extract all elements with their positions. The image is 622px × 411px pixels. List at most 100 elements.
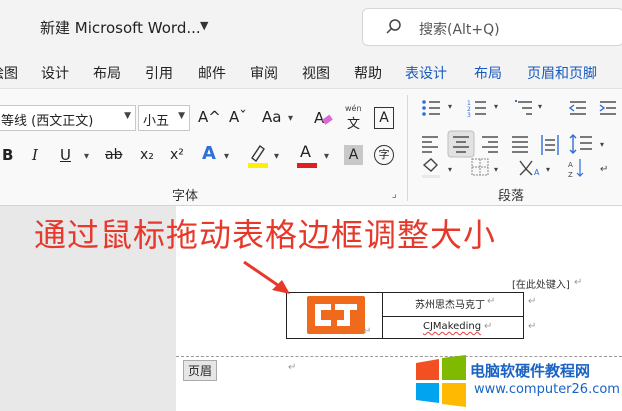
tab-layout[interactable]: 布局: [93, 63, 121, 83]
char-shading-button[interactable]: A: [344, 145, 363, 165]
decrease-indent-icon: [568, 101, 586, 115]
font-color-button[interactable]: A: [296, 141, 318, 169]
multilevel-list-icon: [515, 100, 532, 115]
tab-design[interactable]: 设计: [41, 63, 69, 83]
paragraph-mark: ↵: [528, 296, 537, 307]
increase-indent-icon: [599, 101, 616, 115]
tab-table-layout[interactable]: 布局: [474, 63, 502, 83]
font-group-label: 字体: [172, 189, 199, 204]
borders-icon: [471, 158, 489, 176]
cell-brand-name[interactable]: CJMakeding: [423, 321, 481, 332]
svg-text:▾: ▾: [448, 102, 452, 111]
phonetic-char: 文: [347, 117, 361, 132]
font-name-combo[interactable]: 等线 (西文正文) ▼: [0, 105, 136, 131]
distributed-icon: [541, 135, 559, 155]
tab-review[interactable]: 审阅: [250, 63, 278, 83]
tab-header-footer[interactable]: 页眉和页脚: [527, 63, 597, 83]
tab-view[interactable]: 视图: [302, 63, 330, 83]
font-size-combo[interactable]: 小五 ▼: [138, 105, 190, 131]
chevron-down-icon: ▼: [178, 111, 185, 121]
header-placeholder[interactable]: [在此处键入]: [512, 276, 570, 291]
paragraph-mark: ↵: [487, 296, 496, 307]
header-tag[interactable]: 页眉: [183, 360, 218, 381]
cell-company-name[interactable]: 苏州思杰马克丁: [415, 296, 485, 311]
svg-text:▾: ▾: [600, 140, 604, 149]
svg-text:▾: ▾: [494, 102, 498, 111]
asian-layout-icon: A: [519, 160, 540, 177]
title-bar: 新建 Microsoft Word... ▼ 搜索(Alt+Q): [0, 0, 622, 56]
paragraph-mark: ↵: [528, 321, 537, 332]
document-title[interactable]: 新建 Microsoft Word...: [40, 17, 201, 38]
subscript-button[interactable]: x₂: [140, 145, 154, 165]
paragraph-mark: ↵: [484, 321, 493, 332]
windows-logo-icon: [416, 355, 466, 407]
tutorial-headline: 通过鼠标拖动表格边框调整大小: [34, 216, 497, 254]
italic-button[interactable]: I: [32, 145, 38, 165]
chevron-down-icon[interactable]: ▾: [84, 147, 89, 167]
chevron-down-icon[interactable]: ▾: [324, 147, 329, 167]
chevron-down-icon: ▼: [124, 111, 131, 121]
table-border-horizontal[interactable]: [383, 316, 523, 317]
pointer-arrow-icon: [243, 260, 290, 294]
header-table[interactable]: CJ ↵ 苏州思杰马克丁 ↵ CJMakeding ↵: [286, 292, 524, 339]
superscript-button[interactable]: x²: [170, 145, 184, 165]
svg-text:▾: ▾: [448, 165, 452, 174]
underline-button[interactable]: U: [60, 145, 71, 165]
text-effects-button[interactable]: A: [202, 144, 216, 164]
svg-text:A: A: [314, 109, 325, 127]
numbering-icon: 1 2 3: [467, 100, 486, 119]
shrink-font-button[interactable]: Aˇ: [229, 107, 247, 127]
search-icon: [386, 19, 401, 34]
svg-text:↵: ↵: [600, 164, 608, 175]
phonetic-pinyin: wén: [345, 104, 362, 113]
sort-icon: A Z: [568, 159, 584, 179]
svg-text:▾: ▾: [538, 102, 542, 111]
svg-text:Z: Z: [568, 171, 573, 179]
tab-table-design[interactable]: 表设计: [405, 63, 447, 83]
watermark-title: 电脑软硬件教程网: [470, 362, 591, 380]
watermark-url: www.computer26.com: [474, 382, 620, 397]
clear-formatting-icon[interactable]: A: [312, 107, 334, 129]
justify-icon: [512, 136, 528, 153]
grow-font-button[interactable]: A^: [198, 107, 221, 127]
search-input[interactable]: 搜索(Alt+Q): [419, 19, 500, 39]
chevron-down-icon[interactable]: ▾: [224, 147, 229, 167]
tab-help[interactable]: 帮助: [354, 63, 382, 83]
ribbon: 等线 (西文正文) ▼ 小五 ▼ A^ Aˇ Aa ▾ A wén 文 A B …: [0, 88, 622, 206]
bold-button[interactable]: B: [2, 145, 13, 165]
svg-text:3: 3: [467, 112, 471, 119]
tab-draw[interactable]: 绘图: [0, 63, 18, 83]
svg-text:▾: ▾: [546, 165, 550, 174]
font-color-swatch: [297, 163, 317, 168]
enclose-char-button[interactable]: 字: [374, 145, 394, 165]
strikethrough-button[interactable]: ab: [105, 145, 122, 165]
chevron-down-icon[interactable]: ▼: [200, 19, 208, 32]
svg-text:▾: ▾: [494, 165, 498, 174]
font-dialog-launcher-icon[interactable]: ⌟: [392, 189, 397, 200]
shading-icon: [422, 158, 440, 178]
chevron-down-icon[interactable]: ▾: [288, 109, 293, 129]
char-border-button[interactable]: A: [374, 107, 394, 129]
tab-mailings[interactable]: 邮件: [198, 63, 226, 83]
align-left-icon: [422, 136, 438, 153]
svg-text:A: A: [534, 168, 540, 177]
header-boundary: [176, 356, 622, 357]
align-right-icon: [482, 136, 498, 153]
paragraph-mark: ↵: [574, 277, 583, 288]
change-case-button[interactable]: Aa: [262, 107, 281, 127]
svg-text:A: A: [568, 161, 573, 169]
bullets-icon: [422, 100, 440, 116]
search-box[interactable]: 搜索(Alt+Q): [362, 8, 622, 46]
paragraph-group-label: 段落: [498, 189, 525, 204]
cj-logo: CJ: [307, 296, 365, 334]
ribbon-tabs: 绘图 设计 布局 引用 邮件 审阅 视图 帮助 表设计 布局 页眉和页脚: [0, 56, 622, 88]
tab-references[interactable]: 引用: [145, 63, 173, 83]
paragraph-mark: ↵: [363, 326, 372, 337]
chevron-down-icon[interactable]: ▾: [274, 147, 279, 167]
font-color-letter: A: [300, 142, 311, 161]
group-divider: [407, 95, 408, 201]
phonetic-guide-button[interactable]: wén 文: [343, 104, 365, 132]
highlight-icon[interactable]: [246, 141, 270, 169]
line-spacing-icon: [569, 134, 592, 154]
paragraph-tools: ▾ 1 2 3 ▾ ▾ ▾ ▾ ▾ A ▾ A Z ↵: [422, 100, 616, 179]
